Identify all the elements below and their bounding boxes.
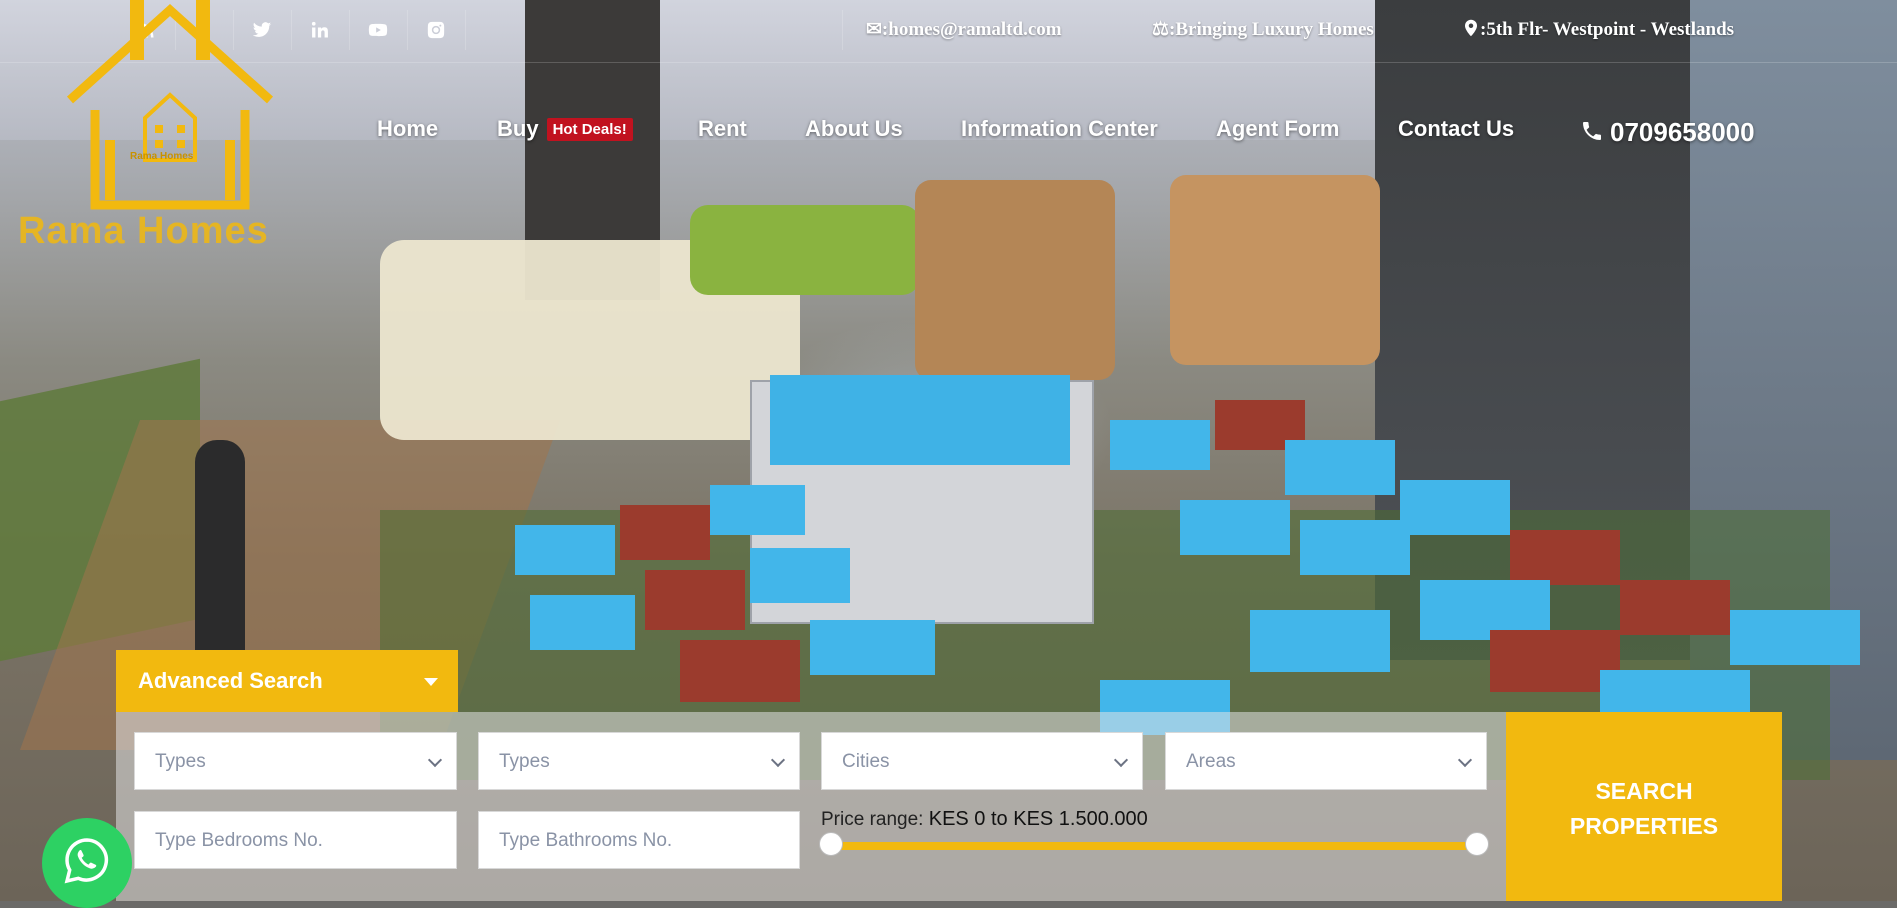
logo-brand-text: Rama Homes	[18, 210, 269, 252]
nav-buy[interactable]: Buy Hot Deals!	[497, 116, 633, 142]
price-slider-max-handle[interactable]	[1465, 832, 1489, 856]
nav-home[interactable]: Home	[377, 116, 438, 142]
phone-icon	[1583, 122, 1601, 140]
search-properties-button[interactable]: SEARCH PROPERTIES	[1506, 712, 1782, 901]
advanced-search-toggle[interactable]: Advanced Search	[116, 650, 458, 712]
price-range-caption: Price range:	[821, 809, 924, 830]
price-slider-track[interactable]	[830, 842, 1476, 850]
cities-select[interactable]: Cities	[821, 732, 1143, 790]
chevron-down-icon	[427, 752, 443, 768]
nav-rent[interactable]: Rent	[698, 116, 747, 142]
nav-agent-form[interactable]: Agent Form	[1216, 116, 1339, 142]
price-range-value: KES 0 to KES 1.500.000	[928, 808, 1148, 830]
cities-select-value: Cities	[842, 751, 890, 772]
search-button-line1: SEARCH	[1595, 778, 1693, 804]
nav-about[interactable]: About Us	[805, 116, 903, 142]
contact-address: :5th Flr- Westpoint - Westlands	[1462, 18, 1734, 41]
nav-contact[interactable]: Contact Us	[1398, 116, 1514, 142]
youtube-icon[interactable]	[349, 10, 408, 50]
caret-down-icon	[424, 678, 438, 686]
nav-buy-label: Buy	[497, 116, 539, 141]
phone-number[interactable]: 0709658000	[1580, 117, 1755, 148]
address-text: :5th Flr- Westpoint - Westlands	[1480, 19, 1735, 40]
logo-small-text: Rama Homes	[130, 151, 194, 162]
contact-tagline: ⚖:Bringing Luxury Homes	[1152, 19, 1374, 40]
advanced-search-title: Advanced Search	[138, 668, 323, 693]
whatsapp-button[interactable]	[42, 818, 132, 908]
type-select-2[interactable]: Types	[478, 732, 800, 790]
contact-email[interactable]: ✉:homes@ramaltd.com	[866, 18, 1062, 41]
phone-text: 0709658000	[1610, 117, 1755, 147]
type-select-1[interactable]: Types	[134, 732, 457, 790]
bedrooms-input[interactable]	[155, 830, 426, 852]
divider	[842, 10, 843, 50]
nav-information-center[interactable]: Information Center	[961, 116, 1158, 142]
instagram-icon[interactable]	[407, 10, 466, 50]
areas-select-value: Areas	[1186, 751, 1236, 772]
chevron-down-icon	[770, 752, 786, 768]
type-select-2-value: Types	[499, 751, 550, 772]
chevron-down-icon	[1457, 752, 1473, 768]
hot-deals-badge: Hot Deals!	[546, 118, 633, 141]
search-button-line2: PROPERTIES	[1569, 813, 1719, 839]
type-select-1-value: Types	[155, 751, 206, 772]
map-pin-icon	[1465, 19, 1477, 37]
bathrooms-field[interactable]	[478, 811, 800, 869]
whatsapp-icon	[64, 838, 109, 884]
price-range-label: Price range: KES 0 to KES 1.500.000	[821, 808, 1148, 831]
price-slider-min-handle[interactable]	[819, 832, 843, 856]
site-logo[interactable]: Rama Homes Rama Homes	[10, 0, 340, 260]
chevron-down-icon	[1113, 752, 1129, 768]
bathrooms-input[interactable]	[499, 830, 769, 852]
bedrooms-field[interactable]	[134, 811, 457, 869]
areas-select[interactable]: Areas	[1165, 732, 1487, 790]
